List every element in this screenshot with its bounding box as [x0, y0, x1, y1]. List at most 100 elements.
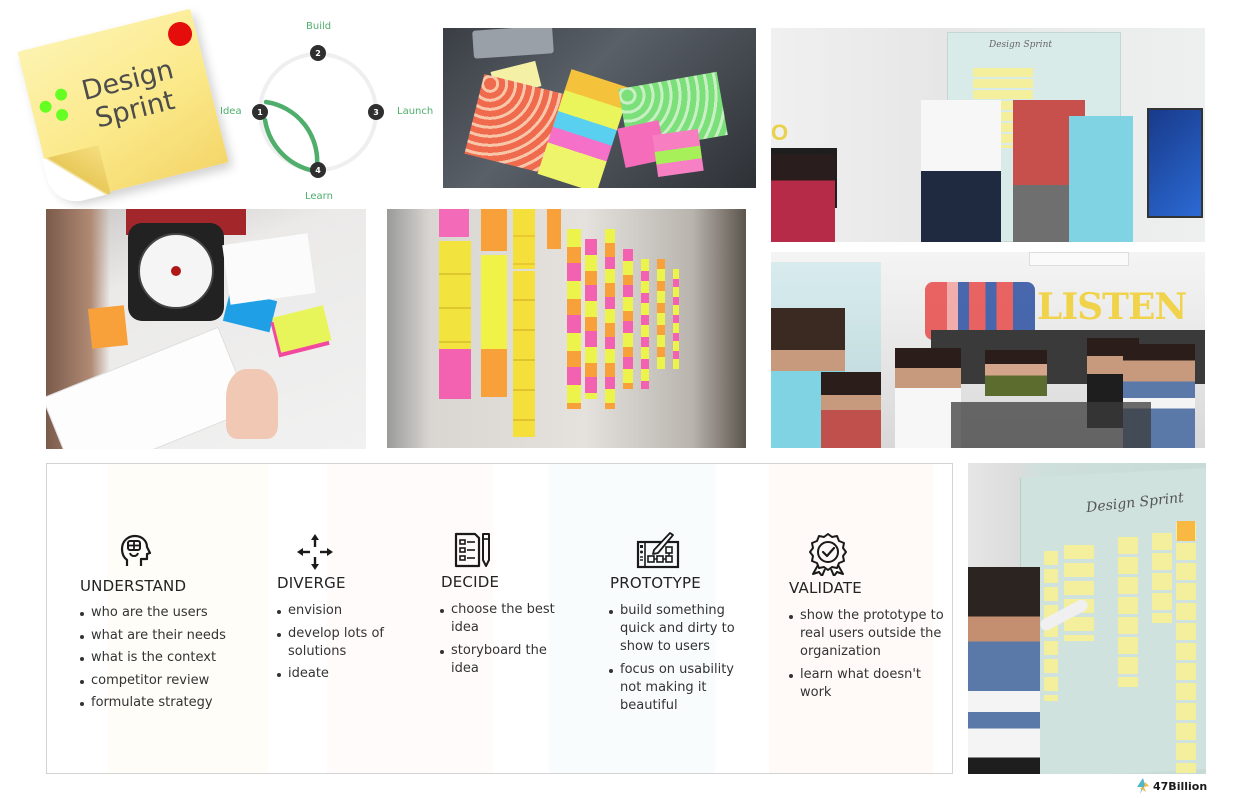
- green-dot-icon: [38, 99, 53, 114]
- cycle-label-launch: Launch: [397, 106, 434, 117]
- phase-understand: UNDERSTAND who are the users what are th…: [79, 464, 269, 773]
- cycle-node-1: 1: [252, 104, 268, 120]
- orange-sticky-note: [1177, 521, 1195, 541]
- svg-text:2: 2: [315, 49, 321, 58]
- orange-sticky-pad: [88, 305, 128, 349]
- svg-text:1: 1: [257, 108, 263, 117]
- sticky-note: [439, 209, 469, 237]
- cycle-label-idea: Idea: [220, 106, 242, 117]
- checklist-pencil-icon: [454, 532, 490, 568]
- phase-title: VALIDATE: [789, 579, 862, 597]
- sticky-notes-column: [1064, 545, 1094, 641]
- wall-listen-text: LISTEN: [1037, 286, 1187, 328]
- sticky-note: [481, 349, 507, 397]
- green-dot-icon: [53, 87, 69, 102]
- phase-item: storyboard the idea: [439, 642, 569, 678]
- sticky-column: [673, 269, 679, 369]
- drawing-tablet-icon: [636, 532, 680, 569]
- sticky-note: [439, 349, 471, 399]
- cycle-node-4: 4: [310, 162, 326, 178]
- phase-prototype: PROTOTYPE build something quick and dirt…: [608, 464, 778, 773]
- sticky-column: [641, 259, 649, 389]
- wall-tell-text: O TELL: [771, 120, 826, 171]
- cycle-node-3: 3: [368, 104, 384, 120]
- cycle-arc-upper: [263, 99, 320, 169]
- brand-name: 47Billion: [1153, 779, 1208, 793]
- head-brain-icon: [120, 534, 152, 566]
- person-white-shirt: [921, 100, 1001, 242]
- timer-and-sketch-photo: [46, 209, 366, 449]
- workshop-supplies-photo: [443, 28, 756, 188]
- phase-title: DECIDE: [441, 573, 500, 591]
- design-sprint-phases-panel: UNDERSTAND who are the users what are th…: [46, 463, 953, 774]
- phase-title: UNDERSTAND: [80, 577, 187, 595]
- multicolor-note-pad: [652, 129, 704, 177]
- phase-diverge: DIVERGE envision develop lots of solutio…: [276, 464, 436, 773]
- phase-items: who are the users what are their needs w…: [79, 604, 269, 717]
- sticky-column: [657, 259, 665, 369]
- seated-man-checked: [821, 372, 881, 448]
- phase-validate: VALIDATE show the prototype to real user…: [788, 464, 948, 773]
- phase-item: formulate strategy: [79, 694, 269, 712]
- phase-items: show the prototype to real users outside…: [788, 607, 948, 706]
- arrows-diverge-icon: [297, 534, 333, 570]
- phase-decide: DECIDE choose the best idea storyboard t…: [439, 464, 599, 773]
- sticky-column: [605, 229, 615, 409]
- sticky-note: [481, 255, 507, 349]
- phase-item: build something quick and dirty to show …: [608, 602, 748, 656]
- design-sprint-board-photo: Design Sprint: [968, 463, 1206, 774]
- phase-item: choose the best idea: [439, 601, 569, 637]
- phase-title: PROTOTYPE: [610, 574, 701, 592]
- sticky-note: [481, 209, 507, 251]
- sticky-column: [585, 239, 597, 399]
- phase-item: focus on usability not making it beautif…: [608, 661, 748, 715]
- award-badge-icon: [809, 533, 847, 576]
- air-conditioner: [1029, 252, 1129, 266]
- phase-items: envision develop lots of solutions ideat…: [276, 602, 416, 688]
- phase-item: show the prototype to real users outside…: [788, 607, 948, 661]
- paper-stack: [222, 233, 316, 305]
- laptop-shape: [472, 28, 554, 59]
- green-dot-icon: [54, 107, 70, 123]
- hand-with-pen: [226, 369, 278, 439]
- sticky-column: [623, 249, 633, 389]
- phase-title: DIVERGE: [277, 574, 346, 592]
- sticky-notes-column: [1152, 533, 1172, 623]
- cycle-label-learn: Learn: [305, 191, 333, 202]
- design-sprint-sticky-note: Design Sprint: [17, 8, 229, 206]
- meeting-table: [951, 402, 1151, 448]
- person-blue-shirt: [1069, 116, 1133, 242]
- svg-text:4: 4: [315, 166, 321, 175]
- phase-item: ideate: [276, 665, 416, 683]
- team-meeting-photo: LISTEN: [771, 252, 1205, 448]
- phase-item: envision: [276, 602, 416, 620]
- seated-woman-green: [985, 350, 1047, 396]
- seated-woman: [771, 154, 835, 242]
- bolt-logo-icon: [1137, 778, 1149, 794]
- phase-item: competitor review: [79, 672, 269, 690]
- phase-item: learn what doesn't work: [788, 666, 948, 702]
- svg-text:3: 3: [373, 108, 379, 117]
- cycle-label-build: Build: [306, 21, 332, 32]
- phase-item: develop lots of solutions: [276, 625, 416, 661]
- phase-items: choose the best idea storyboard the idea: [439, 601, 569, 682]
- cycle-node-2: 2: [310, 45, 326, 61]
- sticky-column: [567, 229, 581, 409]
- logo-title: Design Sprint: [66, 52, 197, 139]
- board-title-text: Design Sprint: [989, 40, 1052, 50]
- yellow-sticky-pad: [272, 305, 332, 353]
- sticky-notes-column: [1118, 537, 1138, 687]
- phase-item: what is the context: [79, 649, 269, 667]
- wall-monitor: [1147, 108, 1203, 218]
- brand-logo: 47Billion: [1136, 777, 1207, 795]
- team-at-whiteboard-photo: Design Sprint O TELL: [771, 28, 1205, 242]
- phase-item: who are the users: [79, 604, 269, 622]
- phase-item: what are their needs: [79, 627, 269, 645]
- sticky-note: [547, 209, 561, 249]
- sticky-column: [513, 271, 535, 437]
- sprint-cycle-diagram: 1 2 3 4 Idea Build Launch Learn: [214, 16, 440, 206]
- sticky-note-wall-photo: [387, 209, 746, 448]
- sticky-column: [513, 209, 535, 269]
- phase-items: build something quick and dirty to show …: [608, 602, 748, 719]
- timer-knob: [171, 266, 181, 276]
